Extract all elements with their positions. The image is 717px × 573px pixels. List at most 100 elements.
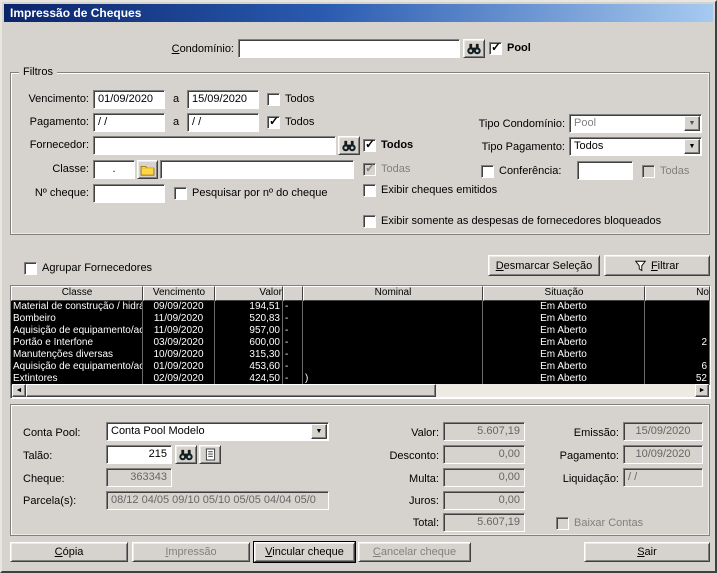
chevron-down-icon[interactable]: ▼ [684,139,700,154]
fornecedor-search-button[interactable] [338,136,360,155]
table-cell: Em Aberto [483,325,645,337]
horizontal-scrollbar[interactable]: ◄ ► [12,384,709,397]
table-cell [303,301,483,313]
checkbox-box [363,138,376,152]
total-field: 5.607,19 [443,513,525,532]
condominio-input[interactable] [238,39,460,58]
checkbox-box [481,164,494,178]
detalhes-panel: Conta Pool: Conta Pool Modelo ▼ Valor: 5… [10,404,710,536]
baixar-contas-label: Baixar Contas [574,517,644,529]
pagamento-field: 10/09/2020 [623,445,703,464]
column-header[interactable]: Classe [11,286,143,301]
pesquisar-numero-cheque-checkbox[interactable]: Pesquisar por nº do cheque [174,186,328,200]
condominio-label: Condomínio: [171,43,234,55]
checkbox-box [363,214,376,228]
column-header[interactable]: Valor [215,286,283,301]
funnel-icon [634,260,646,272]
column-header[interactable] [283,286,303,301]
table-row[interactable]: Aquisição de equipamento/ace 01/09/2020 45… [11,361,710,373]
ncheque-input[interactable] [93,184,165,203]
column-header[interactable]: Nominal [303,286,483,301]
table-cell [303,349,483,361]
pool-checkbox[interactable]: Pool [489,41,531,55]
table-cell: 315,30 [215,349,283,361]
pagamento-ate-input[interactable]: / / [187,113,259,132]
vincular-cheque-button[interactable]: Vincular cheque [253,541,356,563]
table-cell [645,325,710,337]
talao-label: Talão: [23,450,53,462]
desconto-field: 0,00 [443,445,525,464]
column-header[interactable]: Vencimento [143,286,215,301]
table-cell: Manutenções diversas [11,349,143,361]
table-cell: Portão e Interfone [11,337,143,349]
exibir-fornecedores-bloqueados-checkbox[interactable]: Exibir somente as despesas de fornecedor… [363,214,661,228]
vencimento-ate-input[interactable]: 15/09/2020 [187,90,259,109]
vencimento-label: Vencimento: [28,93,89,105]
juros-field: 0,00 [443,491,525,510]
fornecedor-input[interactable] [93,136,336,155]
talao-document-button[interactable] [199,445,221,464]
agrupar-fornecedores-label: Agrupar Fornecedores [42,262,153,274]
conferencia-input[interactable] [577,161,633,180]
table-cell: 03/09/2020 [143,337,215,349]
scrollbar-thumb[interactable] [26,384,436,397]
exibir-cheques-emitidos-checkbox[interactable]: Exibir cheques emitidos [363,183,497,197]
conferencia-todas-checkbox: Todas [642,164,689,178]
talao-search-button[interactable] [175,445,197,464]
vencimento-de-input[interactable]: 01/09/2020 [93,90,165,109]
baixar-contas-checkbox: Baixar Contas [556,516,643,530]
document-icon [205,448,216,461]
ncheque-label: Nº cheque: [34,187,89,199]
exibir-fornecedores-bloqueados-label: Exibir somente as despesas de fornecedor… [381,215,662,227]
table-row[interactable]: Manutenções diversas 10/09/2020 315,30- Em … [11,349,710,361]
title-bar[interactable]: Impressão de Cheques [4,4,713,22]
pagamento-a-label: a [173,116,180,128]
desmarcar-selecao-button[interactable]: Desmarcar Seleção [488,255,600,276]
condominio-search-button[interactable] [463,39,485,58]
conferencia-checkbox[interactable]: Conferência: [481,164,561,178]
classe-nome-input[interactable] [160,160,354,179]
filtrar-button[interactable]: Filtrar [604,255,710,276]
agrupar-fornecedores-checkbox[interactable]: Agrupar Fornecedores [24,261,152,275]
table-cell: 11/09/2020 [143,325,215,337]
conta-pool-label: Conta Pool: [23,427,81,439]
scrollbar-track[interactable] [436,384,695,397]
classe-todas-label: Todas [381,163,411,175]
sair-button[interactable]: Sair [584,542,710,562]
classe-todas-checkbox: Todas [363,162,410,176]
table-row[interactable]: Bombeiro 11/09/2020 520,83- Em Aberto [11,313,710,325]
table-row[interactable]: Material de construção / hidrá 09/09/2020… [11,301,710,313]
liquidacao-field: / / [623,468,703,487]
pagamento-todos-label: Todos [285,116,315,128]
column-header[interactable]: Situação [483,286,645,301]
table-row[interactable]: Aquisição de equipamento/ace 11/09/2020 95… [11,325,710,337]
scroll-right-button[interactable]: ► [695,384,709,397]
pagamento-de-input[interactable]: / / [93,113,165,132]
fornecedor-todos-checkbox[interactable]: Todos [363,138,413,152]
filtros-groupbox: Filtros Vencimento: 01/09/2020 a 15/09/2… [10,66,710,235]
conta-pool-value: Conta Pool Modelo [111,425,205,437]
table-cell [645,301,710,313]
table-row[interactable]: Portão e Interfone 03/09/2020 600,00- Em Ab… [11,337,710,349]
pagamento-todos-checkbox[interactable]: Todos [267,115,314,129]
juros-label: Juros: [409,495,439,507]
total-label: Total: [412,517,439,529]
talao-input[interactable]: 215 [106,445,172,464]
binoculars-icon [466,42,482,55]
classe-label: Classe: [52,163,89,175]
binoculars-icon [341,139,357,152]
copia-button[interactable]: Cópia [10,542,128,562]
table-cell [303,325,483,337]
conta-pool-select[interactable]: Conta Pool Modelo ▼ [106,422,329,441]
classe-folder-button[interactable] [137,160,158,179]
tipo-pagamento-select[interactable]: Todos ▼ [569,137,702,156]
tipo-condominio-value: Pool [574,117,597,129]
pagamento-data-label: Pagamento: [559,450,619,462]
checkbox-box [24,261,37,275]
column-header[interactable]: No [645,286,710,301]
chevron-down-icon[interactable]: ▼ [311,424,327,439]
table-cell: Aquisição de equipamento/ace [13,361,143,373]
classe-codigo-input[interactable]: . [93,160,135,179]
vencimento-todos-checkbox[interactable]: Todos [267,92,314,106]
scroll-left-button[interactable]: ◄ [12,384,26,397]
